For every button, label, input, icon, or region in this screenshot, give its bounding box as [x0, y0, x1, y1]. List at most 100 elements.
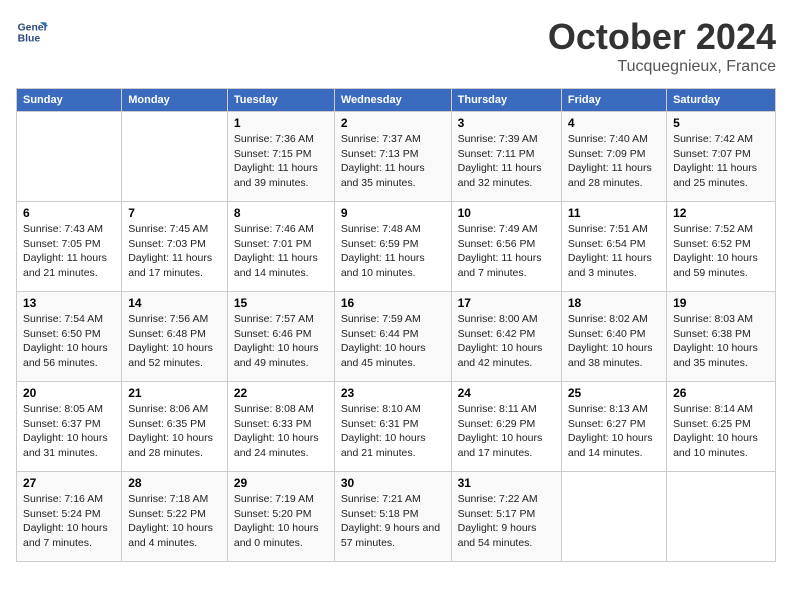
month-year-title: October 2024	[548, 16, 776, 58]
day-number: 30	[341, 476, 445, 490]
day-info: Sunrise: 7:40 AMSunset: 7:09 PMDaylight:…	[568, 132, 660, 191]
logo: General Blue	[16, 16, 48, 48]
calendar-week-row: 6 Sunrise: 7:43 AMSunset: 7:05 PMDaylight…	[17, 202, 776, 292]
calendar-cell: 31Sunrise: 7:22 AMSunset: 5:17 PMDayligh…	[451, 472, 561, 562]
calendar-cell: 7Sunrise: 7:45 AMSunset: 7:03 PMDaylight…	[122, 202, 228, 292]
days-of-week-row: SundayMondayTuesdayWednesdayThursdayFrid…	[17, 89, 776, 112]
day-number: 20	[23, 386, 115, 400]
calendar-cell: 30 Sunrise: 7:21 AMSunset: 5:18 PMDayligh…	[334, 472, 451, 562]
calendar-cell: 20 Sunrise: 8:05 AMSunset: 6:37 PMDayligh…	[17, 382, 122, 472]
calendar-cell: 29Sunrise: 7:19 AMSunset: 5:20 PMDayligh…	[227, 472, 334, 562]
dow-header: Tuesday	[227, 89, 334, 112]
day-info: Sunrise: 8:06 AMSunset: 6:35 PMDaylight:…	[128, 402, 221, 461]
calendar-cell: 27 Sunrise: 7:16 AMSunset: 5:24 PMDayligh…	[17, 472, 122, 562]
day-info: Sunrise: 8:02 AMSunset: 6:40 PMDaylight:…	[568, 312, 660, 371]
calendar-cell: 11 Sunrise: 7:51 AMSunset: 6:54 PMDayligh…	[561, 202, 666, 292]
day-number: 17	[458, 296, 555, 310]
day-number: 27	[23, 476, 115, 490]
calendar-cell: 26Sunrise: 8:14 AMSunset: 6:25 PMDayligh…	[667, 382, 776, 472]
location-title: Tucquegnieux, France	[548, 58, 776, 76]
day-info: Sunrise: 7:59 AMSunset: 6:44 PMDaylight:…	[341, 312, 445, 371]
calendar-cell: 8 Sunrise: 7:46 AMSunset: 7:01 PMDaylight…	[227, 202, 334, 292]
calendar-cell: 9Sunrise: 7:48 AMSunset: 6:59 PMDaylight…	[334, 202, 451, 292]
svg-text:Blue: Blue	[18, 34, 41, 45]
day-number: 19	[673, 296, 769, 310]
calendar-cell: 23 Sunrise: 8:10 AMSunset: 6:31 PMDayligh…	[334, 382, 451, 472]
day-info: Sunrise: 7:36 AMSunset: 7:15 PMDaylight:…	[234, 132, 328, 191]
calendar-cell: 17 Sunrise: 8:00 AMSunset: 6:42 PMDayligh…	[451, 292, 561, 382]
logo-icon: General Blue	[16, 16, 48, 48]
calendar-cell: 24Sunrise: 8:11 AMSunset: 6:29 PMDayligh…	[451, 382, 561, 472]
day-number: 13	[23, 296, 115, 310]
day-info: Sunrise: 7:43 AMSunset: 7:05 PMDaylight:…	[23, 222, 115, 281]
day-number: 29	[234, 476, 328, 490]
day-info: Sunrise: 7:51 AMSunset: 6:54 PMDaylight:…	[568, 222, 660, 281]
day-info: Sunrise: 8:00 AMSunset: 6:42 PMDaylight:…	[458, 312, 555, 371]
day-info: Sunrise: 8:05 AMSunset: 6:37 PMDaylight:…	[23, 402, 115, 461]
day-info: Sunrise: 7:45 AMSunset: 7:03 PMDaylight:…	[128, 222, 221, 281]
calendar-cell: 16 Sunrise: 7:59 AMSunset: 6:44 PMDayligh…	[334, 292, 451, 382]
dow-header: Thursday	[451, 89, 561, 112]
calendar-cell: 4 Sunrise: 7:40 AMSunset: 7:09 PMDaylight…	[561, 112, 666, 202]
day-number: 3	[458, 116, 555, 130]
calendar-cell	[561, 472, 666, 562]
calendar-week-row: 20 Sunrise: 8:05 AMSunset: 6:37 PMDayligh…	[17, 382, 776, 472]
day-number: 8	[234, 206, 328, 220]
day-info: Sunrise: 8:11 AMSunset: 6:29 PMDaylight:…	[458, 402, 555, 461]
day-info: Sunrise: 8:08 AMSunset: 6:33 PMDaylight:…	[234, 402, 328, 461]
day-number: 4	[568, 116, 660, 130]
calendar-body: 1 Sunrise: 7:36 AMSunset: 7:15 PMDaylight…	[17, 112, 776, 562]
calendar-cell: 2 Sunrise: 7:37 AMSunset: 7:13 PMDaylight…	[334, 112, 451, 202]
dow-header: Wednesday	[334, 89, 451, 112]
calendar-cell: 15 Sunrise: 7:57 AMSunset: 6:46 PMDayligh…	[227, 292, 334, 382]
dow-header: Monday	[122, 89, 228, 112]
calendar-cell: 19 Sunrise: 8:03 AMSunset: 6:38 PMDayligh…	[667, 292, 776, 382]
calendar-cell: 10Sunrise: 7:49 AMSunset: 6:56 PMDayligh…	[451, 202, 561, 292]
day-info: Sunrise: 7:16 AMSunset: 5:24 PMDaylight:…	[23, 492, 115, 551]
day-info: Sunrise: 7:54 AMSunset: 6:50 PMDaylight:…	[23, 312, 115, 371]
calendar-table: SundayMondayTuesdayWednesdayThursdayFrid…	[16, 88, 776, 562]
calendar-cell: 12 Sunrise: 7:52 AMSunset: 6:52 PMDayligh…	[667, 202, 776, 292]
calendar-cell: 18 Sunrise: 8:02 AMSunset: 6:40 PMDayligh…	[561, 292, 666, 382]
calendar-cell	[17, 112, 122, 202]
title-block: October 2024 Tucquegnieux, France	[548, 16, 776, 76]
calendar-week-row: 13 Sunrise: 7:54 AMSunset: 6:50 PMDayligh…	[17, 292, 776, 382]
calendar-cell: 1 Sunrise: 7:36 AMSunset: 7:15 PMDaylight…	[227, 112, 334, 202]
day-info: Sunrise: 7:46 AMSunset: 7:01 PMDaylight:…	[234, 222, 328, 281]
calendar-cell: 14Sunrise: 7:56 AMSunset: 6:48 PMDayligh…	[122, 292, 228, 382]
calendar-cell	[122, 112, 228, 202]
day-info: Sunrise: 7:57 AMSunset: 6:46 PMDaylight:…	[234, 312, 328, 371]
dow-header: Saturday	[667, 89, 776, 112]
day-number: 9	[341, 206, 445, 220]
day-number: 31	[458, 476, 555, 490]
day-number: 11	[568, 206, 660, 220]
day-number: 6	[23, 206, 115, 220]
day-number: 5	[673, 116, 769, 130]
day-number: 12	[673, 206, 769, 220]
day-info: Sunrise: 7:42 AMSunset: 7:07 PMDaylight:…	[673, 132, 769, 191]
day-info: Sunrise: 7:37 AMSunset: 7:13 PMDaylight:…	[341, 132, 445, 191]
dow-header: Sunday	[17, 89, 122, 112]
calendar-week-row: 1 Sunrise: 7:36 AMSunset: 7:15 PMDaylight…	[17, 112, 776, 202]
day-info: Sunrise: 7:52 AMSunset: 6:52 PMDaylight:…	[673, 222, 769, 281]
calendar-cell: 13 Sunrise: 7:54 AMSunset: 6:50 PMDayligh…	[17, 292, 122, 382]
day-info: Sunrise: 7:18 AMSunset: 5:22 PMDaylight:…	[128, 492, 221, 551]
day-info: Sunrise: 7:21 AMSunset: 5:18 PMDaylight:…	[341, 492, 445, 551]
day-number: 26	[673, 386, 769, 400]
calendar-cell: 28Sunrise: 7:18 AMSunset: 5:22 PMDayligh…	[122, 472, 228, 562]
day-info: Sunrise: 8:10 AMSunset: 6:31 PMDaylight:…	[341, 402, 445, 461]
day-info: Sunrise: 8:03 AMSunset: 6:38 PMDaylight:…	[673, 312, 769, 371]
day-number: 15	[234, 296, 328, 310]
day-number: 10	[458, 206, 555, 220]
day-number: 23	[341, 386, 445, 400]
day-number: 22	[234, 386, 328, 400]
day-number: 2	[341, 116, 445, 130]
calendar-cell: 5 Sunrise: 7:42 AMSunset: 7:07 PMDaylight…	[667, 112, 776, 202]
day-number: 14	[128, 296, 221, 310]
day-info: Sunrise: 8:13 AMSunset: 6:27 PMDaylight:…	[568, 402, 660, 461]
day-number: 18	[568, 296, 660, 310]
calendar-cell: 6 Sunrise: 7:43 AMSunset: 7:05 PMDaylight…	[17, 202, 122, 292]
day-number: 16	[341, 296, 445, 310]
calendar-cell: 3Sunrise: 7:39 AMSunset: 7:11 PMDaylight…	[451, 112, 561, 202]
day-number: 1	[234, 116, 328, 130]
